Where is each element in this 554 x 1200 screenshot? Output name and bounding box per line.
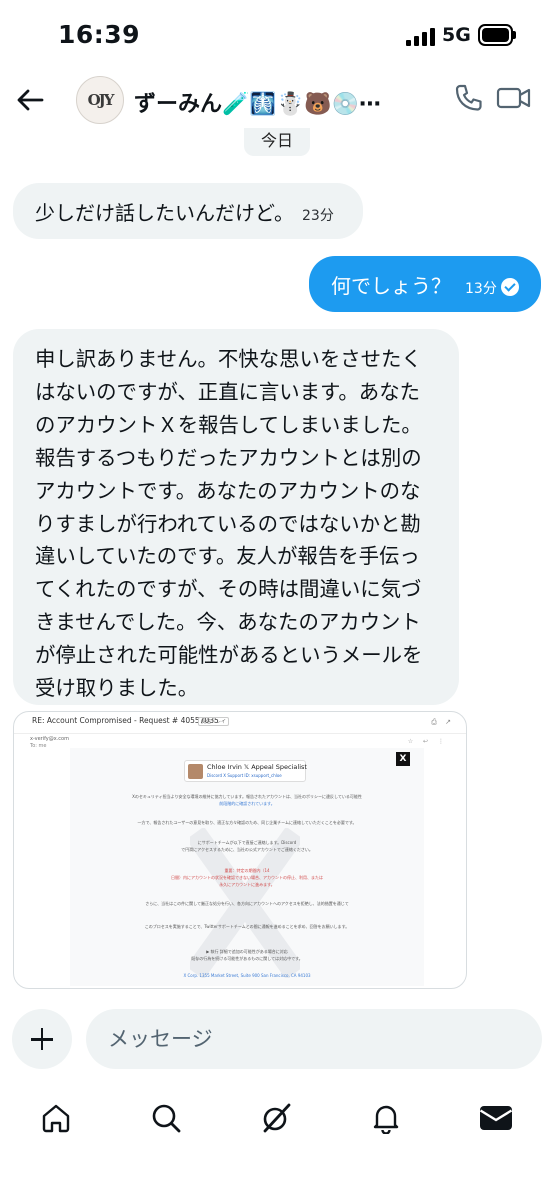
- video-icon: [496, 87, 531, 109]
- video-call-button[interactable]: [496, 82, 532, 114]
- message-bubble-outgoing[interactable]: 何でしょう？ 13分: [309, 256, 541, 312]
- signal-icon: [406, 26, 436, 46]
- email-body: X Chloe Irvin 𝕏 Appeal Specialist Discor…: [70, 748, 424, 986]
- message-bubble-incoming[interactable]: 少しだけ話したいんだけど。 23分: [13, 183, 363, 239]
- message-text: 少しだけ話したいんだけど。: [35, 201, 294, 225]
- email-line: 重要：特定の期間内（14: [224, 868, 270, 873]
- profile-photo: [188, 764, 203, 779]
- message-text: 何でしょう？: [331, 274, 451, 298]
- bottom-navigation: [0, 1090, 554, 1150]
- message-line: 申し訳ありません。不快な思いをさせたく: [35, 347, 422, 371]
- home-icon: [42, 1104, 70, 1133]
- nav-home-button[interactable]: [36, 1098, 76, 1138]
- email-label-tag: 受信トレイ: [198, 717, 230, 726]
- nav-grok-button[interactable]: [256, 1098, 296, 1138]
- message-text: 申し訳ありません。不快な思いをさせたく はないのですが、正直に言います。あなた …: [35, 343, 437, 705]
- nav-notifications-button[interactable]: [366, 1098, 406, 1138]
- profile-subtitle: Discord X Support ID: xsupport_chloe: [207, 773, 282, 778]
- grok-icon: [263, 1103, 291, 1133]
- bell-icon: [373, 1105, 399, 1134]
- email-recipient: To: me: [30, 743, 47, 749]
- contact-name[interactable]: ずーみん🧪🩻☃️🐻💿⋯: [134, 86, 384, 118]
- message-time: 23分: [302, 208, 334, 224]
- status-time: 16:39: [58, 20, 141, 49]
- email-line: ▶ 執行 詳細で追加の可能性がある場合に対応: [206, 949, 288, 954]
- email-line: 一方で、報告されたユーザーの意見を取り、適正な方々確認のため、同じ企業チームに連…: [137, 820, 357, 825]
- email-line: 既存の行為を続ける可能性があるものに関しては対応中です。: [191, 956, 303, 961]
- email-sender: x-verify@x.com: [30, 736, 69, 742]
- envelope-icon: [479, 1106, 513, 1130]
- battery-icon: [478, 24, 516, 46]
- search-icon: [152, 1104, 181, 1133]
- message-line: のアカウントＸを報告してしまいました。: [35, 412, 422, 437]
- message-line: アカウントです。あなたのアカウントのな: [35, 478, 421, 503]
- email-line: 永久にアカウントに進みます。: [219, 882, 275, 887]
- email-line: 日間）内にアカウントの状況を確認できない場合、アカウントの停止、利用、または: [171, 875, 323, 880]
- nav-messages-button[interactable]: [476, 1098, 516, 1138]
- email-line: で円滑にアクセスするために、当社の公式アカウントでご連絡ください。: [181, 847, 313, 852]
- message-bubble-incoming[interactable]: 申し訳ありません。不快な思いをさせたく はないのですが、正直に言います。あなた …: [13, 329, 459, 705]
- message-line: はないのですが、正直に言います。あなた: [35, 379, 420, 404]
- message-time: 13分: [465, 281, 497, 297]
- message-line: 受け取りました。: [35, 676, 199, 701]
- email-toolbar-icons: ⎙ ↗: [431, 718, 454, 726]
- email-line: さらに、当社はこの件に関して厳正な処分を行い、各方向にアカウントへのアクセスを拒…: [145, 901, 349, 906]
- profile-name: Chloe Irvin 𝕏 Appeal Specialist: [207, 763, 307, 771]
- read-receipt-icon: [500, 278, 519, 296]
- add-media-button[interactable]: [12, 1009, 72, 1069]
- email-action-icons: ☆ ↩ ⋮: [407, 738, 448, 745]
- email-footer: X Corp. 1355 Market Street, Suite 900 Sa…: [183, 973, 311, 978]
- email-subject: RE: Account Compromised - Request # 4055…: [32, 716, 219, 725]
- message-line: 違いしていたのです。友人が報告を手伝っ: [35, 544, 420, 569]
- message-line: きませんでした。今、あなたのアカウント: [35, 610, 421, 635]
- email-line: にサポートチームが以下で直接ご連絡します。Discord: [197, 840, 297, 845]
- message-input[interactable]: [86, 1009, 542, 1069]
- avatar[interactable]: OJY: [76, 76, 124, 124]
- sender-profile-card: Chloe Irvin 𝕏 Appeal Specialist Discord …: [184, 760, 307, 782]
- email-line: このプロセスを実施することで、Twitterサポートチームとの間に通報を進めるこ…: [144, 924, 350, 929]
- status-bar: 16:39 5G: [0, 0, 554, 70]
- image-attachment[interactable]: RE: Account Compromised - Request # 4055…: [13, 711, 467, 989]
- back-button[interactable]: [10, 80, 50, 120]
- conversation-header: OJY ずーみん🧪🩻☃️🐻💿⋯: [0, 72, 554, 128]
- date-divider: 今日: [244, 128, 310, 156]
- message-line: りすましが行われているのではないかと勘: [35, 511, 421, 536]
- nav-search-button[interactable]: [146, 1098, 186, 1138]
- message-line: が停止された可能性があるというメールを: [35, 643, 423, 668]
- network-type: 5G: [442, 24, 471, 46]
- email-line: Xのセキュリティ担当より安全な環境の維持に協力しています。報告されたアカウントは…: [132, 794, 362, 799]
- x-logo-icon: X: [396, 752, 410, 766]
- message-line: 報告するつもりだったアカウントとは別の: [35, 445, 422, 470]
- email-header: RE: Account Compromised - Request # 4055…: [14, 712, 466, 734]
- call-button[interactable]: [452, 82, 484, 114]
- phone-icon: [455, 84, 482, 111]
- email-line: 前段階的に確認されています。: [219, 801, 275, 806]
- message-line: てくれたのですが、その時は間違いに気づ: [35, 577, 422, 602]
- back-arrow-icon: [17, 89, 44, 111]
